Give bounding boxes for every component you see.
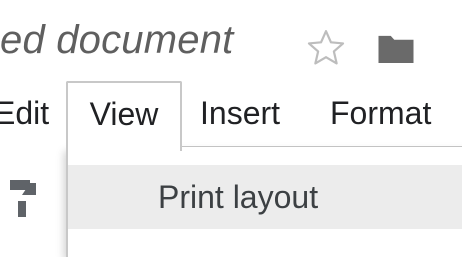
view-menu-dropdown: Print layout <box>66 147 462 257</box>
menu-bar: Edit View Insert Format <box>0 81 462 151</box>
paint-format-icon[interactable] <box>10 180 36 218</box>
star-icon[interactable] <box>304 26 348 70</box>
menu-insert[interactable]: Insert <box>200 82 280 148</box>
document-title[interactable]: ed document <box>0 18 233 63</box>
menu-edit[interactable]: Edit <box>0 82 49 148</box>
folder-icon[interactable] <box>375 31 417 67</box>
menu-format[interactable]: Format <box>330 82 431 148</box>
menu-item-label: Print layout <box>158 179 319 215</box>
menu-view[interactable]: View <box>66 81 182 151</box>
menu-item-print-layout[interactable]: Print layout <box>68 165 462 229</box>
